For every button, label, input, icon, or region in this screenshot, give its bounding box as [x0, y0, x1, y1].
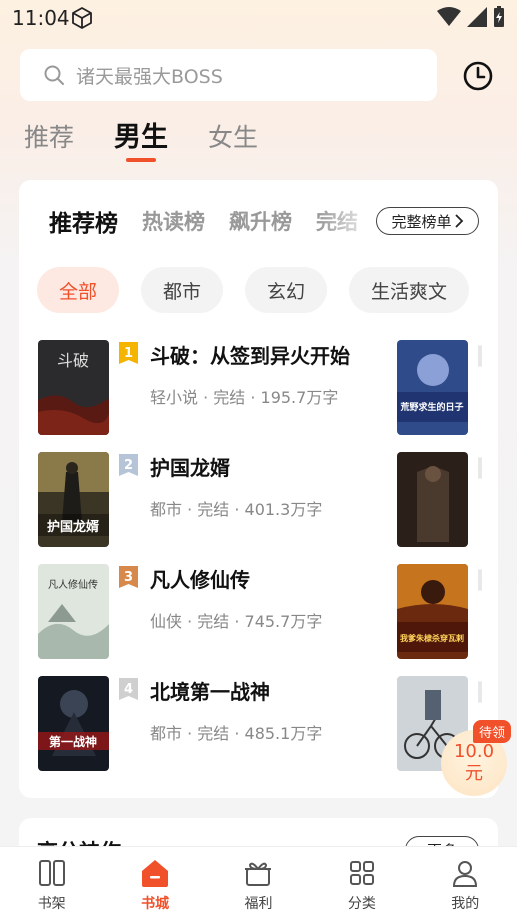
chevron-right-icon [454, 214, 463, 228]
wifi-icon [437, 7, 461, 26]
signal-icon [467, 7, 487, 27]
reward-amount: 10.0 [453, 741, 495, 762]
ranking-card: 推荐榜 热读榜 飙升榜 完结 完整榜单 全部 都市 玄幻 生活爽文 斗破 1 斗… [19, 180, 498, 798]
side-book-cover[interactable]: 我爹朱棣杀穿瓦剌 [397, 564, 468, 659]
next-column-edge [478, 569, 482, 591]
status-time: 11:04 [12, 6, 70, 30]
nav-label: 我的 [451, 896, 480, 912]
active-tab-indicator [126, 158, 157, 162]
full-list-button[interactable]: 完整榜单 [376, 207, 479, 235]
category-life[interactable]: 生活爽文 [349, 267, 470, 313]
svg-text:凡人修仙传: 凡人修仙传 [48, 578, 98, 591]
nav-label: 分类 [347, 896, 376, 912]
category-all[interactable]: 全部 [37, 267, 120, 313]
full-list-label: 完整榜单 [391, 212, 452, 231]
book-cover-art: 护国龙婿 [38, 452, 109, 547]
category-icon [349, 861, 374, 885]
book-cover-art: 第一战神 [38, 676, 109, 771]
tab-recommend[interactable]: 推荐 [24, 118, 74, 158]
search-bar[interactable]: 诸天最强大BOSS [20, 49, 437, 101]
tab-fade [319, 200, 379, 240]
nav-label: 福利 [244, 896, 273, 912]
battery-icon [494, 6, 504, 27]
book-cover-art: 斗破 [38, 340, 109, 435]
book-cover: 护国龙婿 [38, 452, 109, 547]
book-row[interactable]: 护国龙婿 2 护国龙婿 都市 · 完结 · 401.3万字 [38, 452, 398, 548]
category-pills: 全部 都市 玄幻 生活爽文 [37, 267, 470, 313]
book-meta: 都市 · 完结 · 401.3万字 [150, 500, 323, 519]
tab-female[interactable]: 女生 [208, 118, 258, 158]
nav-profile[interactable]: 我的 [425, 847, 505, 919]
package-icon [72, 7, 92, 29]
rank-badge: 3 [119, 566, 138, 588]
reward-unit: 元 [465, 763, 483, 784]
category-urban[interactable]: 都市 [141, 267, 224, 313]
book-row[interactable]: 斗破 1 斗破：从签到异火开始 轻小说 · 完结 · 195.7万字 [38, 340, 398, 436]
top-tabs: 推荐 男生 女生 [24, 118, 258, 162]
book-meta: 都市 · 完结 · 485.1万字 [150, 724, 323, 743]
nav-bookstore[interactable]: 书城 [115, 847, 195, 919]
rank-badge: 2 [119, 454, 138, 476]
book-meta: 仙侠 · 完结 · 745.7万字 [150, 612, 323, 631]
side-book-cover-art: 荒野求生的日子 [397, 340, 468, 435]
rank-tab-hot[interactable]: 热读榜 [142, 206, 205, 236]
nav-label: 书架 [37, 896, 66, 912]
book-cover: 第一战神 [38, 676, 109, 771]
book-title: 斗破：从签到异火开始 [150, 344, 350, 368]
side-book-cover-art [397, 452, 468, 547]
reward-tag: 待领 [472, 720, 511, 743]
svg-text:护国龙婿: 护国龙婿 [47, 519, 100, 535]
nav-label: 书城 [141, 896, 170, 912]
side-book-cover[interactable]: 荒野求生的日子 [397, 340, 468, 435]
bookstore-icon [142, 860, 169, 887]
rank-badge: 4 [119, 678, 138, 700]
nav-bookshelf[interactable]: 书架 [12, 847, 92, 919]
svg-text:第一战神: 第一战神 [49, 734, 97, 749]
ranking-tabs: 推荐榜 热读榜 飙升榜 完结 [49, 204, 358, 238]
book-cover: 凡人修仙传 [38, 564, 109, 659]
book-title: 护国龙婿 [150, 456, 230, 480]
rank-badge: 1 [119, 342, 138, 364]
side-book-cover[interactable] [397, 452, 468, 547]
profile-icon [453, 861, 478, 887]
next-column-edge [478, 457, 482, 479]
svg-text:荒野求生的日子: 荒野求生的日子 [399, 401, 463, 413]
book-title: 凡人修仙传 [150, 568, 250, 592]
book-row[interactable]: 凡人修仙传 3 凡人修仙传 仙侠 · 完结 · 745.7万字 [38, 564, 398, 660]
tab-male[interactable]: 男生 [114, 118, 168, 162]
bottom-navigation: 书架 书城 福利 分类 我的 [0, 846, 517, 919]
book-cover-art: 凡人修仙传 [38, 564, 109, 659]
gift-icon [245, 862, 272, 886]
rank-tab-rising[interactable]: 飙升榜 [229, 206, 292, 236]
nav-category[interactable]: 分类 [322, 847, 402, 919]
nav-welfare[interactable]: 福利 [218, 847, 298, 919]
book-meta: 轻小说 · 完结 · 195.7万字 [150, 388, 339, 407]
status-bar: 11:04 [0, 0, 517, 36]
next-column-edge [478, 681, 482, 703]
history-clock-icon[interactable] [462, 60, 494, 92]
book-title: 北境第一战神 [150, 680, 270, 704]
book-row[interactable]: 第一战神 4 北境第一战神 都市 · 完结 · 485.1万字 [38, 676, 398, 772]
bookshelf-icon [38, 860, 65, 886]
side-book-cover-art: 我爹朱棣杀穿瓦剌 [397, 564, 468, 659]
search-icon [44, 65, 64, 85]
reward-float-button[interactable]: 10.0 元 待领 [439, 720, 511, 798]
search-placeholder: 诸天最强大BOSS [76, 65, 223, 88]
category-fantasy[interactable]: 玄幻 [245, 267, 328, 313]
next-column-edge [478, 345, 482, 367]
status-icons [437, 6, 505, 28]
svg-text:我爹朱棣杀穿瓦剌: 我爹朱棣杀穿瓦剌 [400, 633, 464, 643]
book-cover: 斗破 [38, 340, 109, 435]
rank-tab-recommend[interactable]: 推荐榜 [49, 204, 118, 238]
svg-text:斗破: 斗破 [57, 351, 89, 370]
